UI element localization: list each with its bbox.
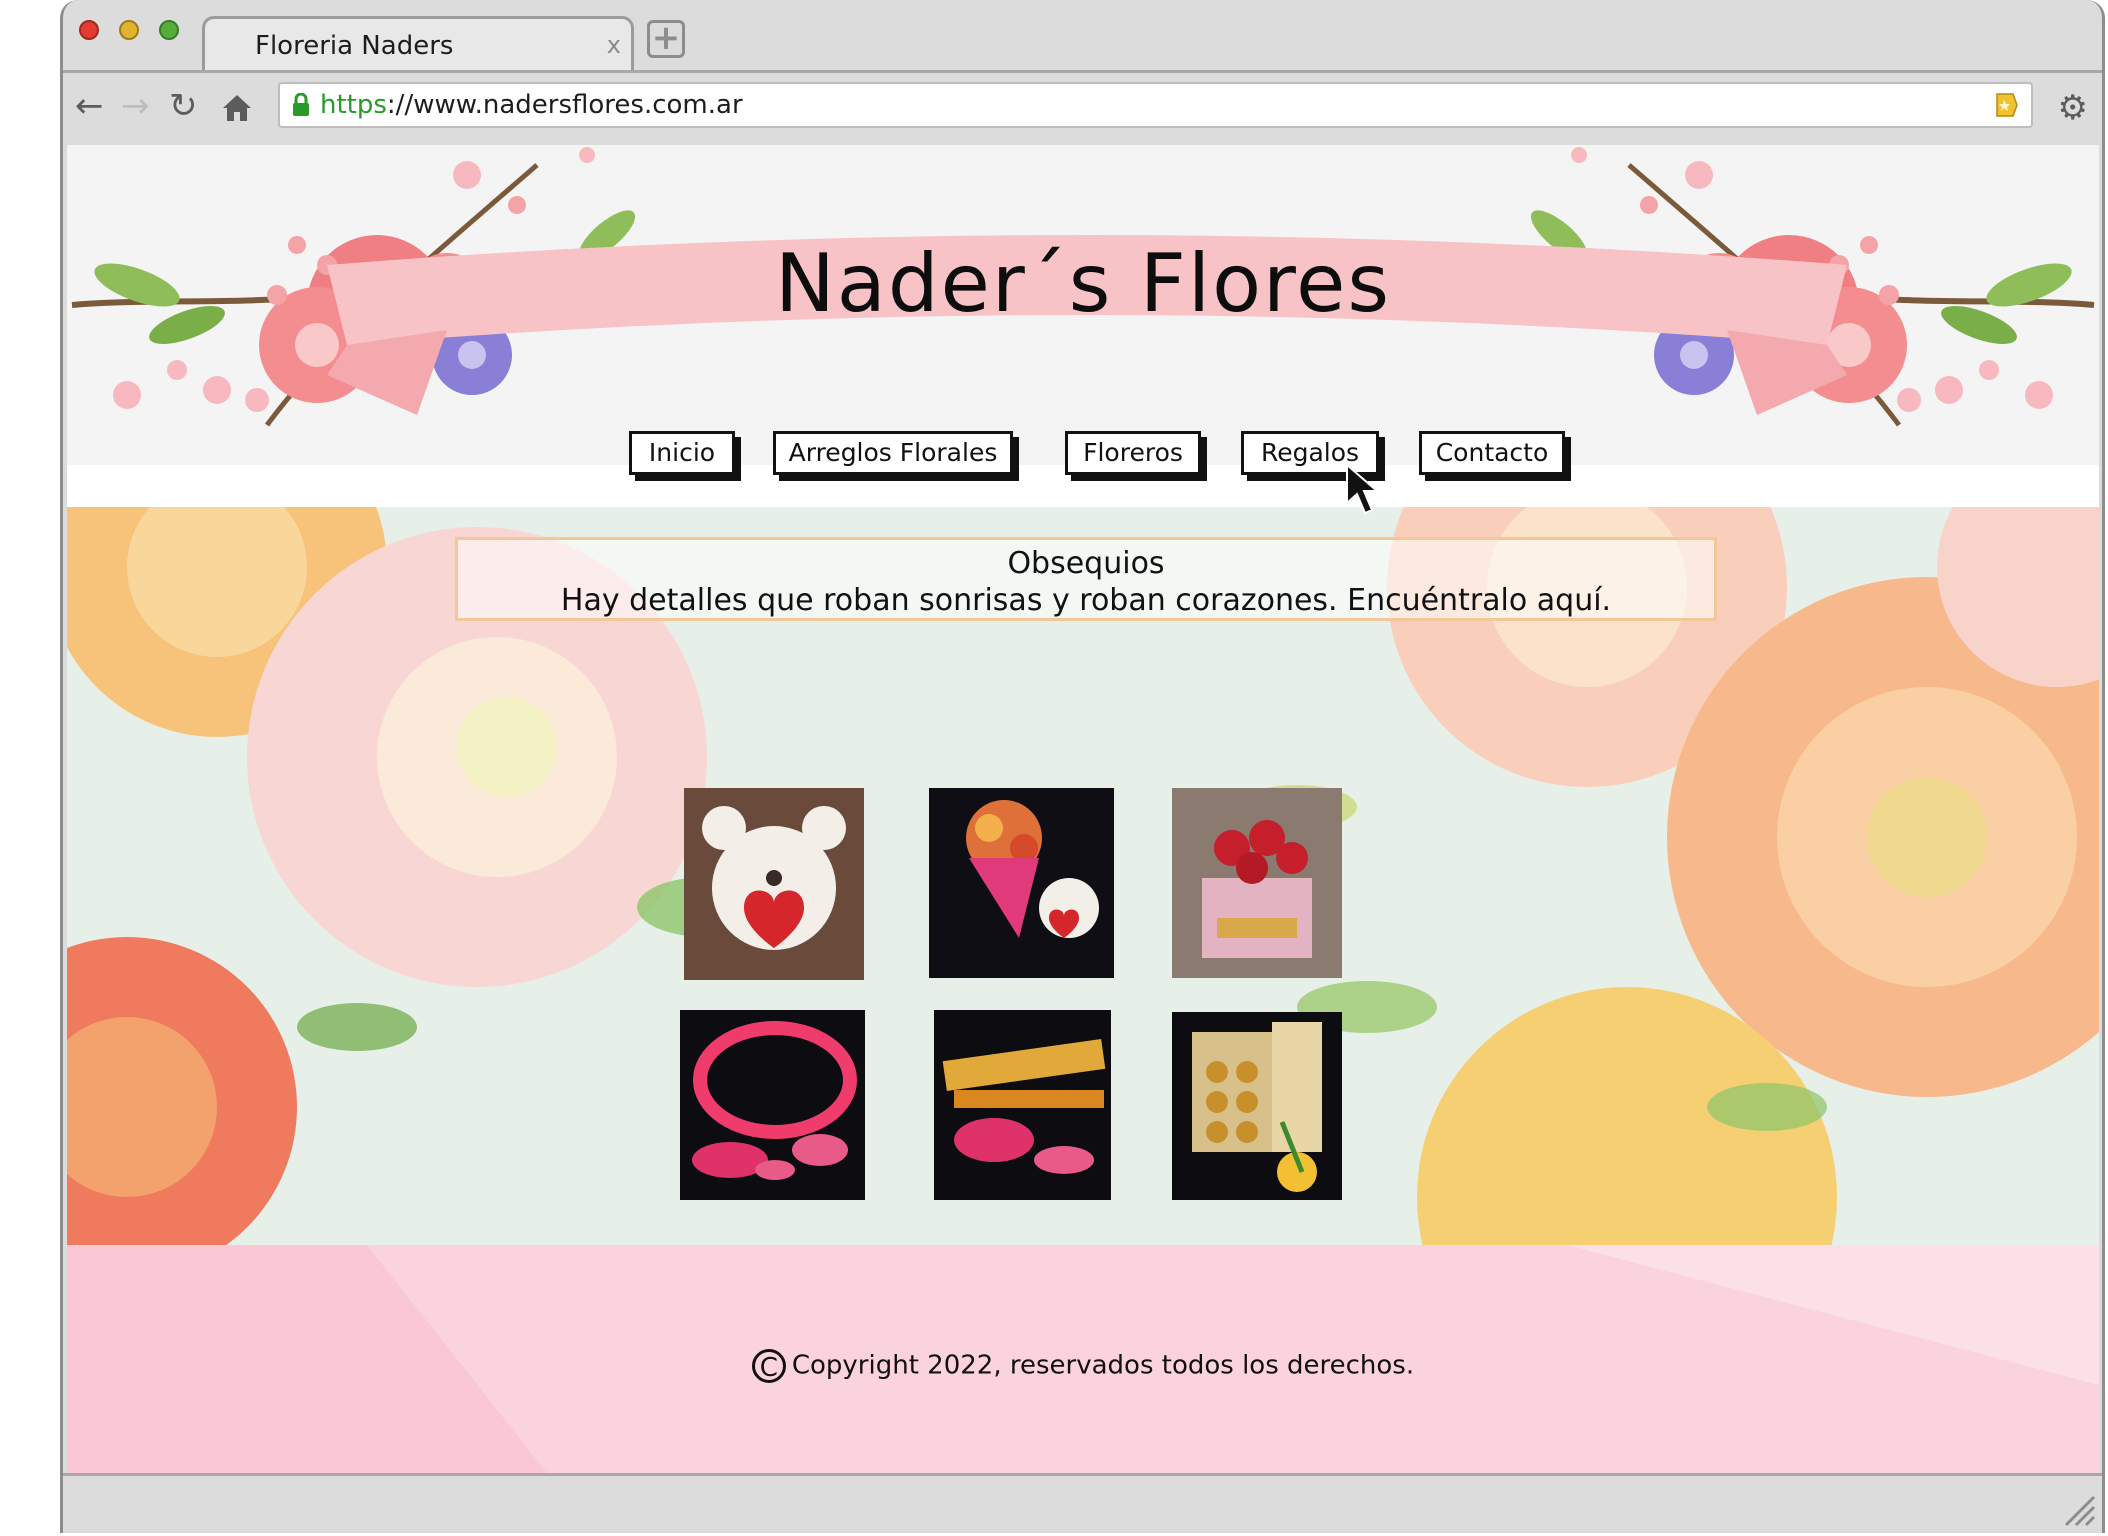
nav-contacto-button[interactable]: Contacto (1419, 431, 1565, 475)
minimize-window-button[interactable] (119, 20, 139, 40)
lock-icon (293, 93, 309, 116)
resize-handle-icon[interactable] (2060, 1491, 2096, 1527)
new-tab-button[interactable]: + (647, 20, 685, 58)
settings-gear-icon[interactable]: ⚙ (2058, 88, 2088, 128)
copyright-text: Copyright 2022, reservados todos los der… (791, 1350, 1415, 1381)
gift-photo-chocolates-rose[interactable] (934, 1010, 1111, 1200)
nav-arreglos-florales-button[interactable]: Arreglos Florales (773, 431, 1013, 475)
gift-photo-feliz-dia-sign[interactable] (680, 1010, 865, 1200)
mouse-cursor-icon (1346, 463, 1380, 515)
maximize-window-button[interactable] (159, 20, 179, 40)
section-subtitle: Hay detalles que roban sonrisas y roban … (560, 583, 1612, 618)
back-arrow-icon[interactable]: ← (75, 86, 104, 126)
address-bar[interactable]: https://www.nadersflores.com.ar (278, 82, 2033, 128)
site-title: Nader´s Flores (774, 237, 1392, 330)
nav-floreros-button[interactable]: Floreros (1065, 431, 1201, 475)
tab-close-button[interactable]: x (607, 31, 621, 59)
section-title: Obsequios (1007, 546, 1165, 581)
toolbar-divider (63, 70, 2102, 73)
browser-tab[interactable]: Floreria Naders x (202, 16, 634, 72)
browser-window: Floreria Naders x + ← → ↻ https://www.na… (60, 0, 2105, 1533)
home-icon[interactable] (221, 86, 253, 126)
section-caption-box: Obsequios Hay detalles que roban sonrisa… (455, 537, 1717, 621)
gift-photo-bouquet-teddy[interactable] (929, 788, 1114, 978)
site-footer: C Copyright 2022, reservados todos los de… (67, 1245, 2099, 1473)
close-window-button[interactable] (79, 20, 99, 40)
gifts-section: Obsequios Hay detalles que roban sonrisa… (67, 507, 2099, 1245)
tab-title: Floreria Naders (255, 31, 454, 61)
main-navigation: Inicio Arreglos Florales Floreros Regalo… (67, 431, 2099, 481)
browser-status-bar (63, 1473, 2102, 1533)
copyright-icon: C (751, 1349, 786, 1383)
bookmark-star-icon[interactable] (1995, 92, 2019, 118)
copyright-notice: C Copyright 2022, reservados todos los de… (67, 1349, 2099, 1383)
gift-photo-teddy-bear[interactable] (684, 788, 864, 980)
gift-photo-roses-box[interactable] (1172, 788, 1342, 978)
url-text: https://www.nadersflores.com.ar (320, 90, 743, 120)
site-header: Nader´s Flores (67, 145, 2099, 465)
nav-inicio-button[interactable]: Inicio (629, 431, 735, 475)
forward-arrow-icon[interactable]: → (121, 86, 150, 126)
gift-photo-ferrero-box[interactable] (1172, 1012, 1342, 1200)
web-page: Nader´s Flores Inicio Arreglos Florales … (67, 145, 2099, 1473)
reload-icon[interactable]: ↻ (169, 86, 198, 126)
